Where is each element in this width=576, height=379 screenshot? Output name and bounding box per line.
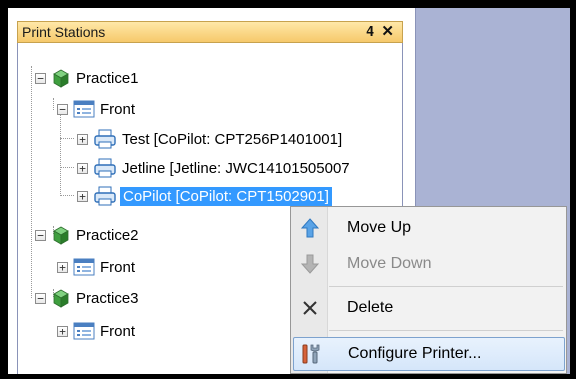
tree-line	[60, 138, 74, 139]
tree-node-label: Practice2	[76, 226, 139, 244]
collapse-toggle[interactable]: −	[57, 103, 68, 115]
tree-line	[60, 110, 61, 194]
station-list-icon	[73, 322, 95, 340]
expand-toggle[interactable]: +	[57, 261, 68, 273]
menu-item-move-up[interactable]: Move Up	[293, 211, 565, 245]
collapse-toggle[interactable]: −	[35, 292, 46, 304]
printer-icon	[94, 129, 116, 149]
menu-item-delete[interactable]: Delete	[293, 291, 565, 325]
practice-cube-icon	[53, 226, 69, 245]
panel-title-bar: Print Stations 𝟒 ✕	[17, 21, 403, 43]
tree-node-front[interactable]: + Front	[57, 255, 135, 279]
tree-node-printer[interactable]: + Jetline [Jetline: JWC14101505007	[77, 156, 350, 180]
printer-icon	[94, 158, 116, 178]
tree-node-label: Test [CoPilot: CPT256P1401001]	[122, 130, 343, 148]
station-list-icon	[73, 100, 95, 118]
tree-node-printer-selected[interactable]: + CoPilot [CoPilot: CPT1502901]	[77, 184, 332, 208]
expand-toggle[interactable]: +	[77, 162, 88, 174]
tree-node-practice1[interactable]: − Practice1	[35, 66, 139, 90]
practice-cube-icon	[53, 69, 69, 88]
tools-icon	[302, 344, 320, 364]
tree-node-practice2[interactable]: − Practice2	[35, 223, 139, 247]
panel-title: Print Stations	[22, 24, 106, 40]
tree-node-label: Practice3	[76, 289, 139, 307]
tree-node-practice3[interactable]: − Practice3	[35, 286, 139, 310]
tree-node-label: Practice1	[76, 69, 139, 87]
tree-node-label: Front	[100, 322, 136, 340]
tree-node-printer[interactable]: + Test [CoPilot: CPT256P1401001]	[77, 127, 342, 151]
tree-node-front[interactable]: + Front	[57, 319, 135, 343]
tree-node-label: Jetline [Jetline: JWC14101505007	[122, 159, 350, 177]
printer-icon	[94, 186, 116, 206]
tree-line	[53, 98, 54, 110]
station-list-icon	[73, 258, 95, 276]
expand-toggle[interactable]: +	[57, 325, 68, 337]
collapse-toggle[interactable]: −	[35, 72, 46, 84]
tree-node-front[interactable]: − Front	[57, 97, 135, 121]
menu-item-label: Delete	[347, 299, 394, 316]
arrow-up-icon	[301, 218, 319, 238]
menu-separator	[329, 286, 563, 287]
tree-node-label: Front	[100, 258, 136, 276]
collapse-toggle[interactable]: −	[35, 229, 46, 241]
practice-cube-icon	[53, 289, 69, 308]
menu-item-label: Move Up	[347, 219, 412, 236]
menu-item-label: Configure Printer...	[348, 345, 482, 362]
menu-item-label: Move Down	[347, 255, 432, 272]
tree-node-label: CoPilot [CoPilot: CPT1502901]	[120, 186, 332, 206]
context-menu: Move Up Move Down Delete Configure Print…	[290, 206, 567, 374]
tree-line	[60, 195, 74, 196]
pin-icon[interactable]: 𝟒	[366, 23, 374, 40]
close-icon[interactable]: ✕	[381, 22, 394, 40]
tree-node-label: Front	[100, 100, 136, 118]
app-window: Print Stations 𝟒 ✕ − Practice1 − Front +…	[8, 8, 570, 374]
expand-toggle[interactable]: +	[77, 190, 88, 202]
arrow-down-icon	[301, 254, 319, 274]
menu-item-configure-printer[interactable]: Configure Printer...	[293, 337, 565, 371]
menu-separator	[329, 330, 563, 331]
tree-line	[31, 66, 32, 298]
tree-line	[60, 167, 74, 168]
delete-x-icon	[303, 301, 317, 315]
menu-item-move-down[interactable]: Move Down	[293, 247, 565, 281]
expand-toggle[interactable]: +	[77, 133, 88, 145]
